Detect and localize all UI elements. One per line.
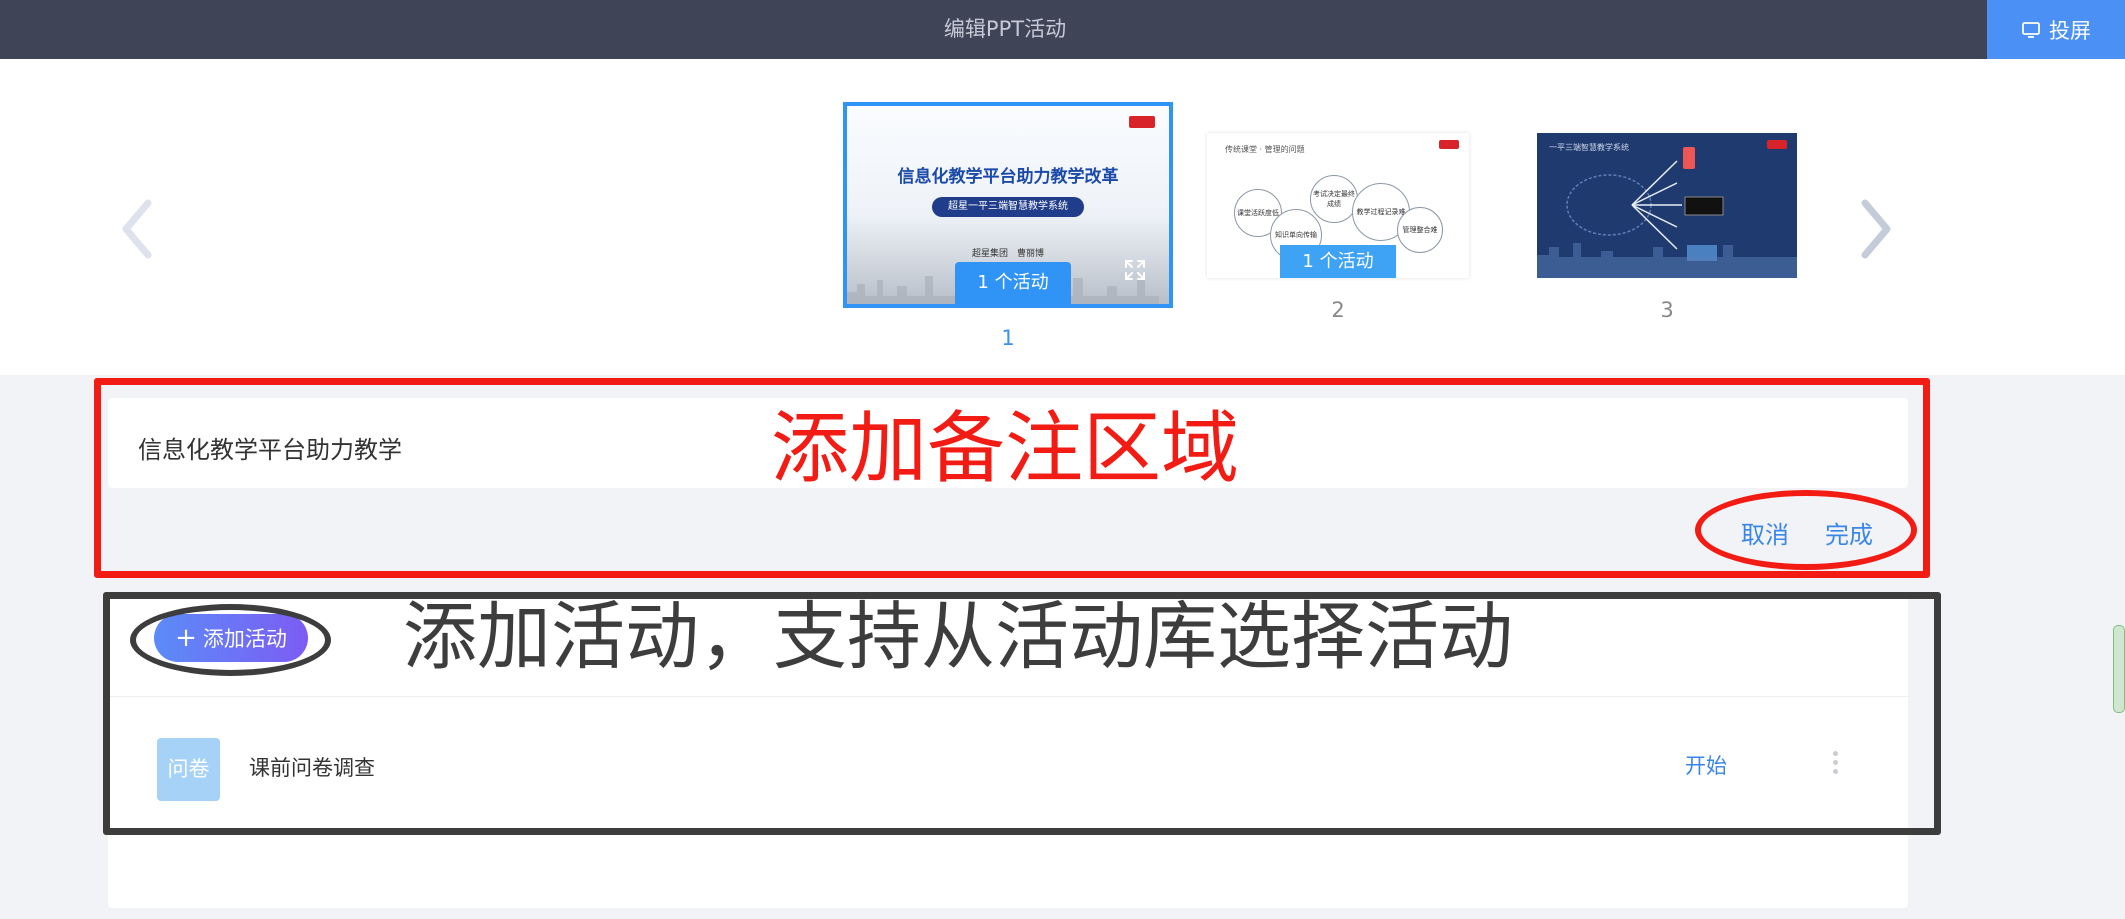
slide-2-header: 传统课堂 · 管理的问题 [1225, 145, 1305, 154]
slide-number-2: 2 [1331, 298, 1345, 322]
slide-2-bubble: 考试决定最终成绩 [1310, 175, 1358, 223]
slide-2-bubble: 管理整合难 [1397, 207, 1443, 253]
activity-area-annotation-label: 添加活动，支持从活动库选择活动 [403, 594, 1513, 680]
brain-network-icon [1537, 147, 1797, 278]
monitor-icon [2022, 21, 2040, 38]
slide-1-subtitle: 超星一平三端智慧教学系统 [932, 197, 1084, 217]
cancel-done-annotation-ellipse [1695, 490, 1917, 570]
top-bar: 编辑PPT活动 投屏 [0, 0, 2125, 59]
slide-1-org: 超星集团 曹丽博 [971, 249, 1044, 259]
add-activity-annotation-ellipse [130, 604, 331, 676]
cast-screen-button[interactable]: 投屏 [1987, 0, 2125, 59]
brand-logo-icon [1129, 116, 1155, 128]
chevron-left-icon[interactable] [118, 189, 158, 269]
fullscreen-icon[interactable] [1123, 258, 1147, 282]
slide-thumbnail-3[interactable]: 一平三端智慧教学系统 [1537, 133, 1797, 278]
slide-2-activity-badge: 1 个活动 [1280, 245, 1396, 278]
slide-thumbnail-1[interactable]: 信息化教学平台助力教学改革 超星一平三端智慧教学系统 超星集团 曹丽博 1 个活… [843, 102, 1173, 308]
cast-screen-label: 投屏 [2049, 18, 2091, 43]
slide-1-title: 信息化教学平台助力教学改革 [897, 167, 1119, 187]
slide-thumbnail-2[interactable]: 传统课堂 · 管理的问题 课堂活跃度低 考试决定最终成绩 教学过程记录难 知识单… [1207, 133, 1469, 278]
scrollbar-thumb[interactable] [2113, 625, 2125, 713]
chevron-right-icon[interactable] [1855, 189, 1895, 269]
page-title: 编辑PPT活动 [943, 17, 1067, 41]
slide-number-1: 1 [1001, 326, 1015, 350]
slide-1-activity-badge: 1 个活动 [955, 262, 1071, 304]
brand-logo-icon [1439, 140, 1459, 149]
slide-number-3: 3 [1660, 298, 1674, 322]
notes-area-annotation-label: 添加备注区域 [771, 404, 1240, 494]
